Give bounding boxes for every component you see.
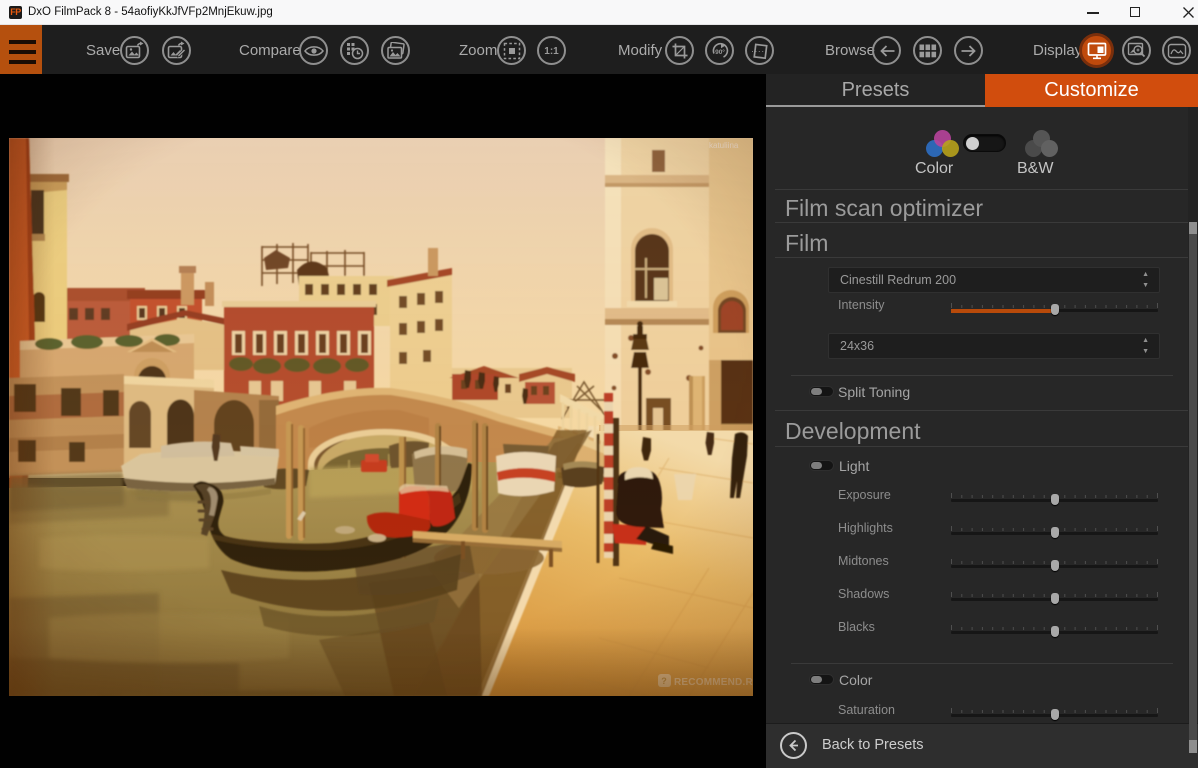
svg-text:90°: 90° bbox=[715, 48, 725, 56]
